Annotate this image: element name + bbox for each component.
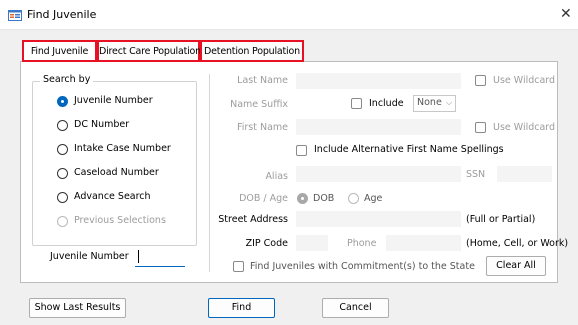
first-name-input [296,119,461,135]
use-wildcard-checkbox[interactable] [475,75,486,86]
commitment-label: Find Juveniles with Commitment(s) to the… [250,261,475,272]
vertical-divider [209,74,210,272]
radio-age[interactable] [348,193,359,204]
age-option-label: Age [364,193,383,204]
radio-caseload-number[interactable] [57,168,68,179]
first-name-label: First Name [236,122,288,133]
radio-juvenile-number[interactable] [57,96,68,107]
name-suffix-label: Name Suffix [230,99,288,110]
close-icon[interactable]: ✕ [560,6,572,22]
phone-label: Phone [347,238,377,249]
radio-advance-search[interactable] [57,192,68,203]
text-caret [138,250,139,263]
phone-hint: (Home, Cell, or Work) [466,238,569,249]
window-title: Find Juvenile [27,8,97,21]
alt-first-name-label: Include Alternative First Name Spellings [314,144,504,155]
dob-option-label: DOB [313,193,335,204]
suffix-select-value: None [417,97,442,108]
use-wildcard-checkbox-2[interactable] [475,122,486,133]
ssn-label: SSN [466,169,486,180]
radio-label-intake-case-number: Intake Case Number [74,143,171,154]
chevron-down-icon: ⌵ [446,98,453,107]
alt-first-name-checkbox[interactable] [296,145,307,156]
tab-direct-care-population[interactable]: Direct Care Population [97,40,201,62]
dob-age-label: DOB / Age [239,193,288,204]
radio-label-previous-selections: Previous Selections [74,215,166,226]
include-suffix-checkbox[interactable] [351,98,362,109]
street-address-input[interactable] [296,211,461,227]
radio-intake-case-number[interactable] [57,144,68,155]
street-address-label: Street Address [218,214,288,225]
juvenile-number-label: Juvenile Number [50,251,129,262]
radio-label-caseload-number: Caseload Number [74,167,159,178]
search-by-label: Search by [40,74,94,86]
radio-dc-number[interactable] [57,120,68,131]
include-label: Include [369,98,404,109]
radio-previous-selections [57,216,68,227]
radio-dob[interactable] [297,193,308,204]
show-last-results-button[interactable]: Show Last Results [29,298,126,318]
ssn-input [497,166,552,182]
last-name-input [296,73,461,89]
app-form-icon [8,10,22,21]
tab-find-juvenile[interactable]: Find Juvenile [22,40,97,62]
radio-label-advance-search: Advance Search [74,191,151,202]
radio-label-dc-number: DC Number [74,119,130,130]
tab-detention-population[interactable]: Detention Population [200,40,304,62]
street-hint: (Full or Partial) [466,214,536,225]
zip-code-label: ZIP Code [245,238,288,249]
juvenile-number-input[interactable] [135,248,185,267]
use-wildcard-label: Use Wildcard [493,75,556,86]
cancel-button[interactable]: Cancel [322,298,389,318]
clear-all-button[interactable]: Clear All [486,256,546,276]
phone-input[interactable] [386,235,461,251]
alias-label: Alias [265,171,288,182]
radio-label-juvenile-number: Juvenile Number [74,95,153,106]
commitment-checkbox[interactable] [233,261,244,272]
last-name-label: Last Name [237,75,288,86]
alias-input [296,166,461,182]
find-button[interactable]: Find [208,298,275,318]
zip-code-input[interactable] [296,235,328,251]
use-wildcard-label-2: Use Wildcard [493,122,556,133]
